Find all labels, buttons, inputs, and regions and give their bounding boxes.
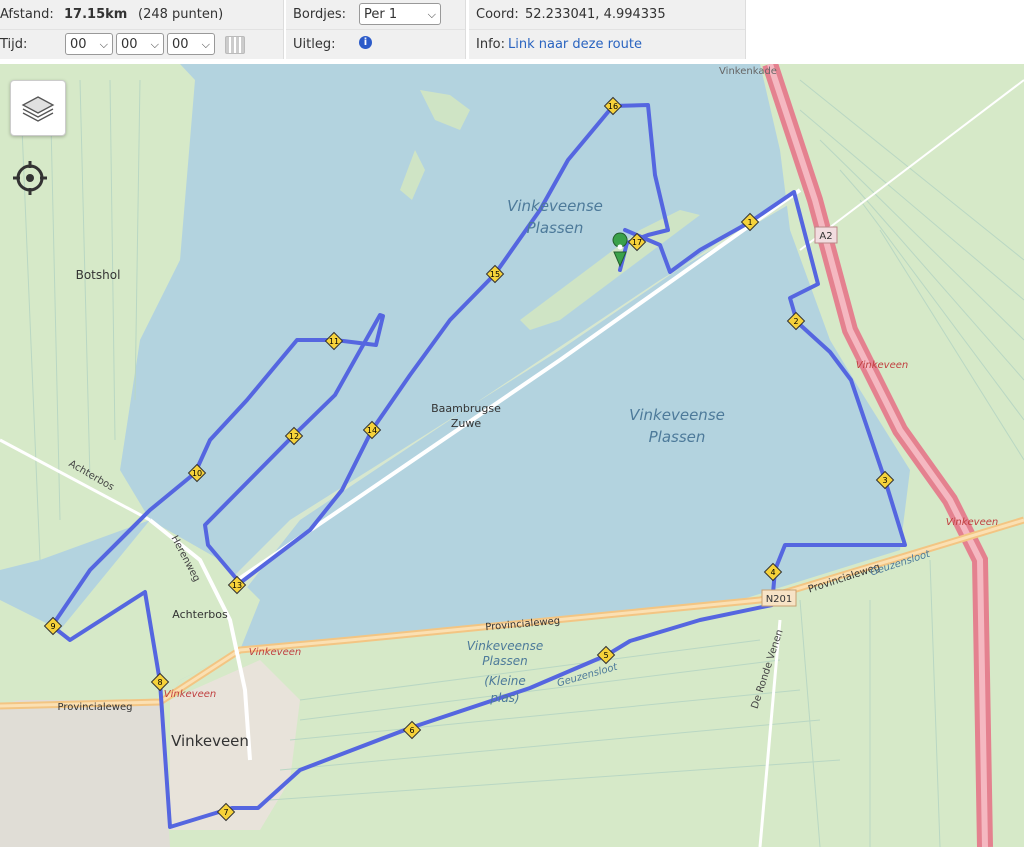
explain-row: Uitleg: i <box>286 30 465 59</box>
label-kleine-2: Plassen <box>482 654 527 668</box>
svg-text:8: 8 <box>157 678 162 687</box>
layers-icon <box>21 96 55 122</box>
signs-value: Per 1 <box>364 7 398 22</box>
chevron-down-icon: ⌵ <box>201 38 210 51</box>
distance-row: Afstand: 17.15km (248 punten) <box>0 0 283 30</box>
svg-text:9: 9 <box>50 622 55 631</box>
coord-panel: Coord: 52.233041, 4.994335 Info: Link na… <box>469 0 746 59</box>
explain-label: Uitleg: <box>293 37 336 52</box>
svg-text:4: 4 <box>770 568 775 577</box>
label-baambrugse: Baambrugse <box>431 402 501 415</box>
map-canvas: 1 2 3 4 5 6 7 8 9 10 11 12 13 14 15 16 1… <box>0 64 1024 847</box>
time-row: Tijd: 00 ⌵ 00 ⌵ 00 ⌵ <box>0 30 283 59</box>
time-seconds-select[interactable]: 00 ⌵ <box>167 33 215 55</box>
chevron-down-icon: ⌵ <box>427 8 436 21</box>
time-minutes-value: 00 <box>121 37 138 52</box>
svg-text:A2: A2 <box>819 231 832 242</box>
distance-value: 17.15km <box>64 7 128 22</box>
svg-text:1: 1 <box>747 218 752 227</box>
time-hours-value: 00 <box>70 37 87 52</box>
label-vinkenkade: Vinkenkade <box>719 66 777 77</box>
chevron-down-icon: ⌵ <box>99 38 108 51</box>
svg-text:N201: N201 <box>766 594 793 605</box>
svg-text:17: 17 <box>632 238 642 247</box>
n201-shield: N201 <box>761 589 797 607</box>
label-botshol: Botshol <box>76 268 121 282</box>
info-row: Info: Link naar deze route <box>469 30 745 59</box>
svg-text:10: 10 <box>192 469 202 478</box>
route-info-bar: Afstand: 17.15km (248 punten) Tijd: 00 ⌵… <box>0 0 1024 62</box>
svg-text:14: 14 <box>367 426 377 435</box>
chevron-down-icon: ⌵ <box>150 38 159 51</box>
label-kleine-3: (Kleine <box>484 674 526 688</box>
label-kleine-1: Vinkeveense <box>467 639 544 653</box>
info-label: Info: <box>476 37 505 52</box>
signs-select[interactable]: Per 1 ⌵ <box>359 3 441 25</box>
info-icon[interactable]: i <box>359 36 372 49</box>
crosshair-icon <box>13 161 47 195</box>
svg-text:6: 6 <box>409 726 414 735</box>
km-marker: 3 <box>875 470 895 490</box>
label-lake-north-2: Plassen <box>527 219 584 237</box>
coord-label: Coord: <box>476 7 519 22</box>
km-marker: 11 <box>324 331 344 351</box>
calendar-icon[interactable] <box>225 36 245 54</box>
coord-value: 52.233041, 4.994335 <box>525 7 666 22</box>
svg-text:2: 2 <box>793 317 798 326</box>
svg-text:13: 13 <box>232 581 242 590</box>
svg-text:11: 11 <box>329 337 339 346</box>
label-kleine-4: plas) <box>489 691 519 705</box>
layers-button[interactable] <box>10 80 66 136</box>
label-lake-south: Vinkeveense <box>629 406 725 424</box>
points-count: (248 punten) <box>138 7 224 22</box>
svg-text:12: 12 <box>289 432 299 441</box>
label-vinkeveen-east: Vinkeveen <box>856 360 908 371</box>
label-achterbos: Achterbos <box>172 608 228 621</box>
signs-row: Bordjes: Per 1 ⌵ <box>286 0 465 30</box>
distance-label: Afstand: <box>0 7 54 22</box>
svg-text:5: 5 <box>603 651 608 660</box>
a2-shield: A2 <box>814 226 838 244</box>
time-hours-select[interactable]: 00 ⌵ <box>65 33 113 55</box>
svg-text:15: 15 <box>490 270 500 279</box>
time-seconds-value: 00 <box>172 37 189 52</box>
label-lake-south-2: Plassen <box>649 428 706 446</box>
svg-text:16: 16 <box>608 102 618 111</box>
locate-button[interactable] <box>12 160 48 196</box>
time-minutes-select[interactable]: 00 ⌵ <box>116 33 164 55</box>
time-label: Tijd: <box>0 37 28 52</box>
label-provincialeweg-1: Provincialeweg <box>58 702 133 713</box>
signs-panel: Bordjes: Per 1 ⌵ Uitleg: i <box>286 0 466 59</box>
svg-text:3: 3 <box>882 476 887 485</box>
coord-row: Coord: 52.233041, 4.994335 <box>469 0 745 30</box>
label-lake-north: Vinkeveense <box>507 197 603 215</box>
label-vinkeveen-exit: Vinkeveen <box>946 517 998 528</box>
distance-time-panel: Afstand: 17.15km (248 punten) Tijd: 00 ⌵… <box>0 0 284 59</box>
label-vinkeveen-red: Vinkeveen <box>249 647 301 658</box>
label-vinkeveen-center: Vinkeveen <box>171 732 249 750</box>
label-zuwe: Zuwe <box>451 417 482 430</box>
label-vinkeveen-red2: Vinkeveen <box>164 689 216 700</box>
km-marker: 4 <box>763 562 783 582</box>
signs-label: Bordjes: <box>293 7 347 22</box>
route-link[interactable]: Link naar deze route <box>508 30 642 59</box>
route-map[interactable]: 1 2 3 4 5 6 7 8 9 10 11 12 13 14 15 16 1… <box>0 64 1024 847</box>
km-marker: 10 <box>187 463 207 483</box>
svg-text:7: 7 <box>223 808 228 817</box>
